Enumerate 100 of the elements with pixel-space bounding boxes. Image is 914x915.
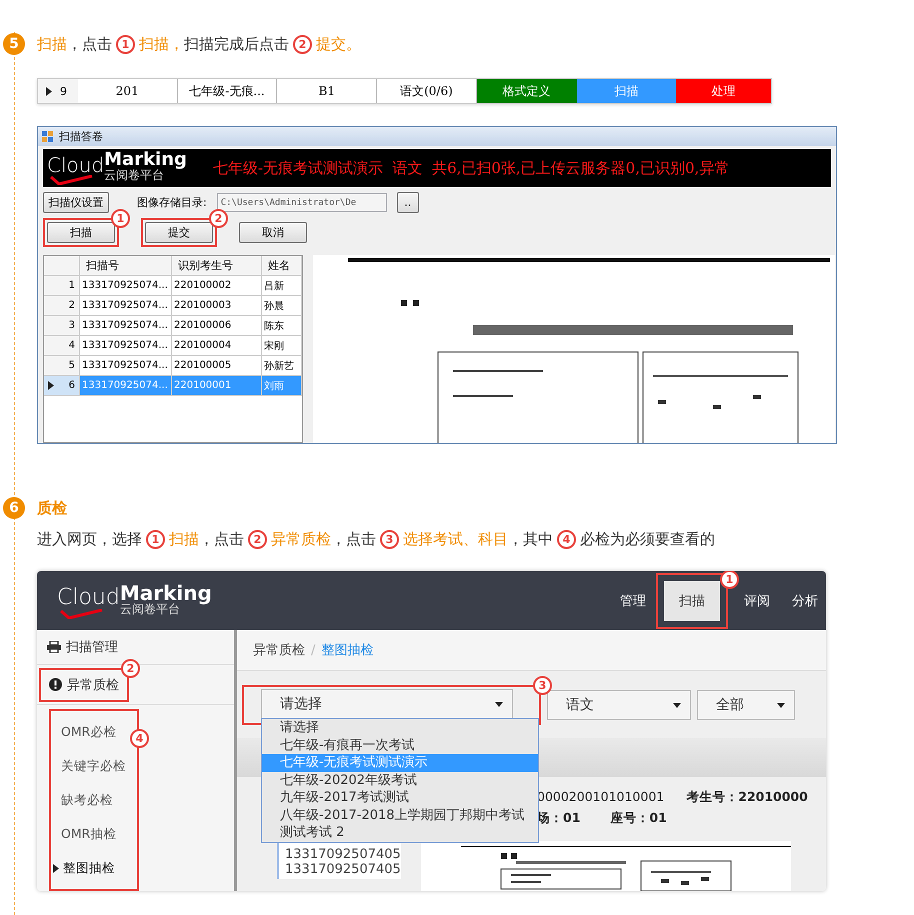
step-marker: 4 xyxy=(557,530,576,549)
instruction-text: 选择考试、科目 xyxy=(403,530,508,549)
table-cell: 陈东 xyxy=(262,316,302,336)
app-icon xyxy=(42,130,54,142)
logo-tagline: 云阅卷平台 xyxy=(120,602,180,616)
table-cell: 220100001 xyxy=(172,376,262,396)
table-cell: 孙晨 xyxy=(262,296,302,316)
row-header[interactable]: 1 xyxy=(44,276,80,296)
table-row[interactable]: 6 133170925074... 220100001 刘雨 xyxy=(44,376,302,396)
nav-item[interactable]: 分析 xyxy=(784,571,826,630)
instruction-text: 扫描 xyxy=(169,530,199,549)
scan-number[interactable]: 13317092507405 xyxy=(285,862,401,877)
step-number: 6 xyxy=(3,497,25,519)
row-header[interactable]: 6 xyxy=(44,376,80,396)
select-field[interactable]: 请选择 xyxy=(261,689,513,720)
step-marker: 1 xyxy=(116,34,135,54)
breadcrumb-separator: / xyxy=(311,642,316,658)
table-cell: 133170925074... xyxy=(80,276,172,296)
scanner-settings-button[interactable]: 扫描仪设置 xyxy=(43,192,109,213)
column-header: 识别考生号 xyxy=(172,256,262,276)
row-header[interactable]: 2 xyxy=(44,296,80,316)
submenu-item[interactable]: 关键字必检 xyxy=(51,749,132,783)
instruction-text: ，点击 xyxy=(331,530,376,549)
instruction-text: ，点击 xyxy=(67,34,112,54)
logo-wordmark: Cloud xyxy=(47,155,104,175)
nav-item[interactable]: 评阅 xyxy=(736,571,778,630)
step-marker: 1 xyxy=(146,530,165,549)
nav-item[interactable]: 管理 xyxy=(612,571,654,630)
checkmark-icon xyxy=(57,608,103,618)
row-header[interactable]: 4 xyxy=(44,336,80,356)
row-number: 5 xyxy=(68,360,75,371)
column-header: 姓名 xyxy=(262,256,302,276)
instruction-text: ，其中 xyxy=(508,530,553,549)
logo-wordmark: Marking xyxy=(120,582,212,602)
row-header[interactable]: 3 xyxy=(44,316,80,336)
submenu-item[interactable]: 缺考必检 xyxy=(51,783,119,817)
dropdown-option[interactable]: 八年级-2017-2018上学期园丁邦期中考试 xyxy=(262,806,538,824)
table-cell: 133170925074... xyxy=(80,296,172,316)
table-cell: 201 xyxy=(78,79,178,103)
table-row[interactable]: 2 133170925074... 220100003 孙晨 xyxy=(44,296,302,316)
table-row[interactable]: 4 133170925074... 220100004 宋刚 xyxy=(44,336,302,356)
step-number: 5 xyxy=(3,33,25,55)
step-marker: 3 xyxy=(533,676,552,696)
logo-wordmark: Cloud xyxy=(57,586,120,608)
table-cell: 语文(0/6) xyxy=(377,79,477,103)
scan-number[interactable]: 13317092507405 xyxy=(285,847,401,862)
table-row[interactable]: 3 133170925074... 220100006 陈东 xyxy=(44,316,302,336)
banner-text: 七年级-无痕考试测试演示 语文 共6,已扫0张,已上传云服务器0,已识别0,异常 xyxy=(212,158,730,178)
dropdown-option[interactable]: 请选择 xyxy=(262,719,538,736)
action-button[interactable]: 处理 xyxy=(676,79,771,103)
sidebar-item[interactable]: 扫描管理 xyxy=(47,638,118,656)
submenu-item[interactable]: OMR抽检 xyxy=(51,817,122,851)
row-number: 9 xyxy=(60,84,68,100)
step-marker: 1 xyxy=(720,571,739,588)
nav-item[interactable]: 扫描 xyxy=(664,580,720,620)
select-field[interactable]: 全部 xyxy=(697,690,795,720)
dropdown-option[interactable]: 九年级-2017考试测试 xyxy=(262,789,538,806)
checkmark-icon xyxy=(47,175,93,185)
dropdown-option[interactable]: 七年级-有痕再一次考试 xyxy=(262,736,538,754)
table-row[interactable]: 5 133170925074... 220100005 孙新艺 xyxy=(44,356,302,376)
student-number: 考生号：22010000 xyxy=(686,789,808,806)
window-button[interactable]: 取消 xyxy=(239,222,307,243)
directory-label: 图像存储目录: xyxy=(137,195,207,210)
step-title: 质检 xyxy=(37,498,67,518)
window-button[interactable]: 扫描 xyxy=(47,222,115,243)
table-cell: 133170925074... xyxy=(80,376,172,396)
table-cell: 133170925074... xyxy=(80,356,172,376)
step-marker: 1 xyxy=(111,209,130,228)
instruction-text: 提交。 xyxy=(316,34,361,54)
step-marker: 2 xyxy=(248,530,267,549)
action-button[interactable]: 格式定义 xyxy=(476,79,577,103)
dropdown-option[interactable]: 七年级-20202年级考试 xyxy=(262,772,538,789)
caret-icon xyxy=(495,702,503,707)
dropdown-option[interactable]: 测试考试 2 xyxy=(262,824,538,842)
browse-button[interactable]: .. xyxy=(396,192,419,213)
table-cell: 133170925074... xyxy=(80,336,172,356)
row-header[interactable]: 5 xyxy=(44,356,80,376)
row-number: 6 xyxy=(68,380,75,391)
sidebar-item[interactable]: 异常质检 xyxy=(49,676,119,694)
window-button[interactable]: 提交 xyxy=(145,222,213,243)
row-pointer-icon xyxy=(46,86,52,96)
instruction-text: 异常质检 xyxy=(271,530,331,549)
instruction-text: 必检为必须要查看的 xyxy=(580,530,715,549)
logo-wordmark: Marking xyxy=(104,151,187,169)
table-cell: 220100006 xyxy=(172,316,262,336)
submenu-item[interactable]: 整图抽检 xyxy=(51,851,121,885)
caret-icon xyxy=(777,702,785,708)
select-field[interactable]: 语文 xyxy=(547,690,691,720)
table-row[interactable]: 1 133170925074... 220100002 吕新 xyxy=(44,276,302,296)
breadcrumb-link[interactable]: 异常质检 xyxy=(253,641,305,660)
directory-field[interactable]: C:\Users\Administrator\De xyxy=(216,193,387,212)
table-cell: 220100003 xyxy=(172,296,262,316)
table-cell: 220100005 xyxy=(172,356,262,376)
row-number: 4 xyxy=(68,340,75,351)
instruction-text: 扫描 xyxy=(37,34,67,54)
instruction-text: ，点击 xyxy=(199,530,244,549)
table-cell: 刘雨 xyxy=(262,376,302,396)
submenu-item[interactable]: OMR必检 xyxy=(51,715,122,749)
step-marker: 2 xyxy=(293,34,312,54)
window-title: 扫描答卷 xyxy=(59,129,103,144)
